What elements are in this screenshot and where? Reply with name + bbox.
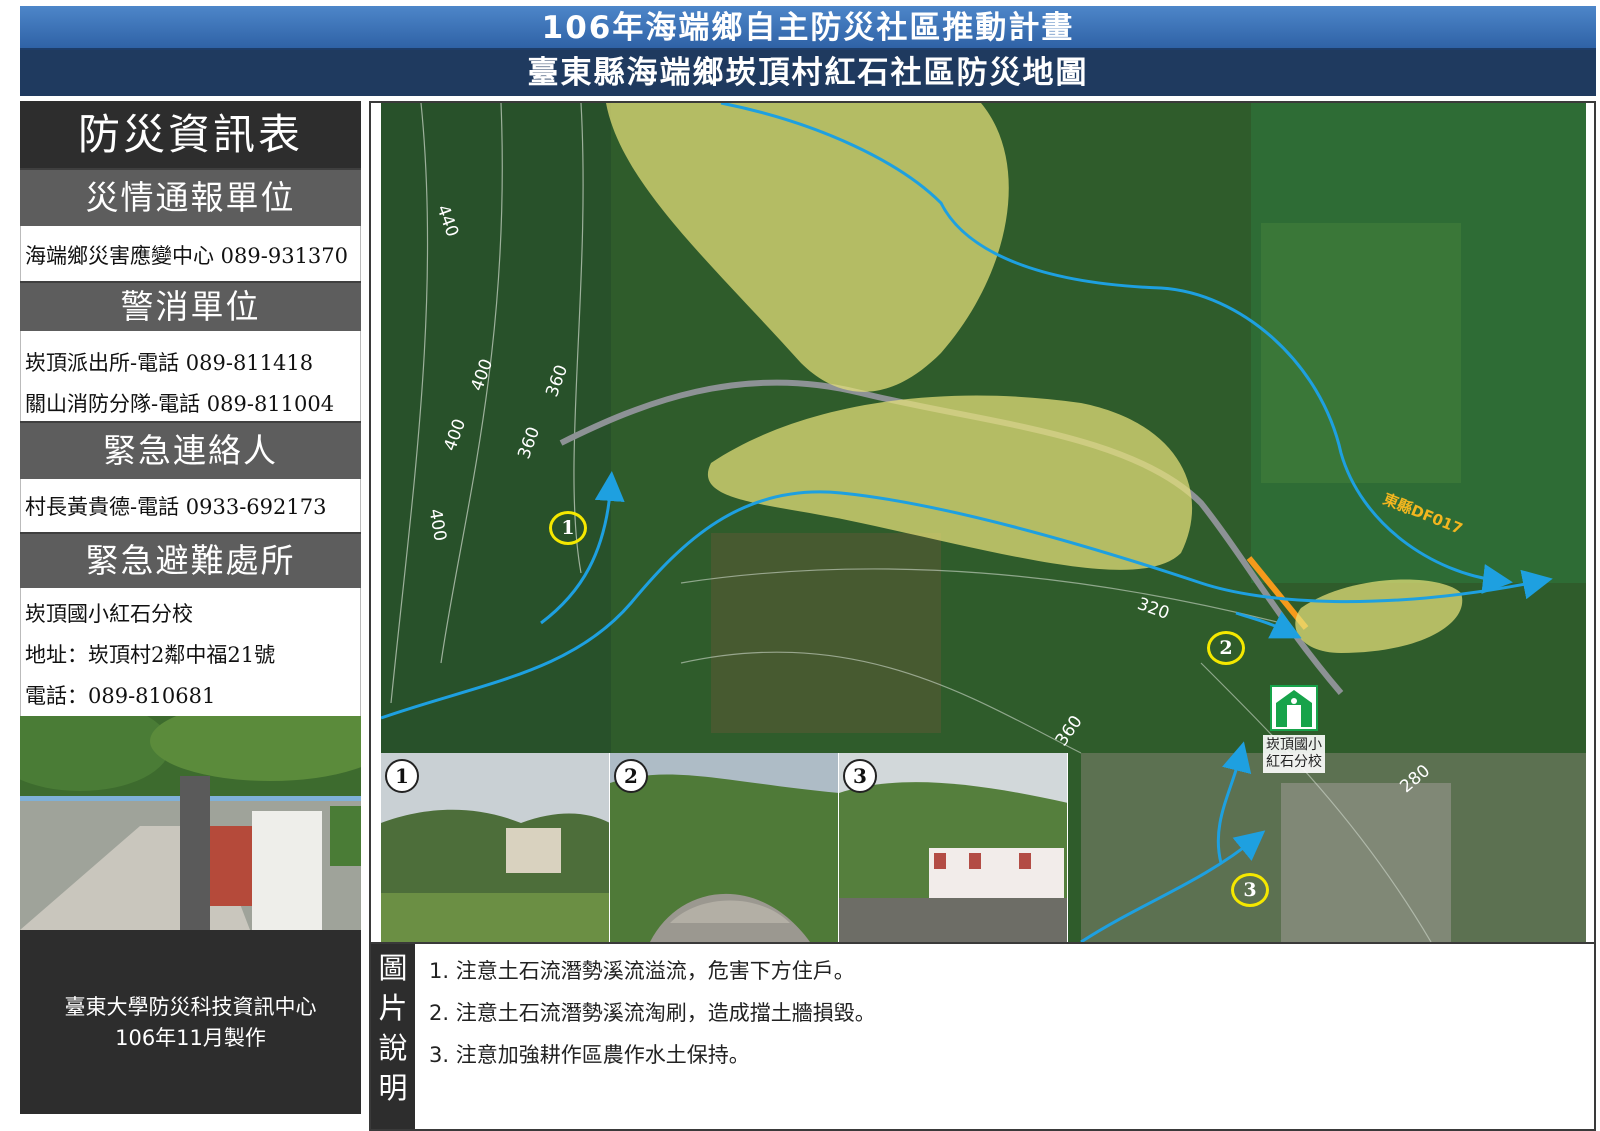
shelter-map-label: 崁頂國小 紅石分校 [1263, 735, 1325, 773]
village-chief-line: 村長黃貴德-電話 0933-692173 [25, 495, 327, 519]
section-body-police-fire: 崁頂派出所-電話 089-811418 關山消防分隊-電話 089-811004 [20, 331, 361, 421]
caption-list: 1. 注意土石流潛勢溪流溢流，危害下方住戶。 2. 注意土石流潛勢溪流淘刷，造成… [429, 950, 876, 1076]
location-marker-3: 3 [1231, 873, 1269, 907]
section-body-emergency-contact: 村長黃貴德-電話 0933-692173 [20, 479, 361, 532]
credit-date: 106年11月製作 [115, 1026, 266, 1050]
photo-number-2: 2 [614, 759, 648, 793]
photo-number-3: 3 [843, 759, 877, 793]
map-title: 臺東縣海端鄉崁頂村紅石社區防災地圖 [527, 55, 1089, 91]
plan-title-banner: 106年海端鄉自主防災社區推動計畫 [20, 6, 1596, 50]
police-station-line: 崁頂派出所-電話 089-811418 [25, 351, 314, 375]
photo-caption-box: 圖 片 說 明 1. 注意土石流潛勢溪流溢流，危害下方住戶。 2. 注意土石流潛… [369, 944, 1596, 1131]
caption-label-char: 片 [378, 991, 408, 1025]
credit-organization: 臺東大學防災科技資訊中心 [64, 995, 317, 1019]
caption-item-1: 1. 注意土石流潛勢溪流溢流，危害下方住戶。 [429, 959, 855, 983]
shelter-name-line: 崁頂國小紅石分校 [25, 602, 193, 626]
section-heading-police-fire: 警消單位 [20, 281, 361, 331]
section-body-report-unit: 海端鄉災害應變中心 089-931370 [20, 226, 361, 281]
caption-item-3: 3. 注意加強耕作區農作水土保持。 [429, 1043, 750, 1067]
caption-label-char: 圖 [378, 951, 408, 985]
site-photo-1: 1 [381, 753, 610, 942]
plan-title: 106年海端鄉自主防災社區推動計畫 [541, 10, 1075, 46]
caption-label: 圖 片 說 明 [371, 944, 415, 1129]
shelter-label-line: 崁頂國小 [1266, 737, 1322, 753]
map-title-banner: 臺東縣海端鄉崁頂村紅石社區防災地圖 [20, 50, 1596, 96]
location-marker-1: 1 [549, 511, 587, 545]
site-photo-3: 3 [839, 753, 1068, 942]
caption-item-2: 2. 注意土石流潛勢溪流淘刷，造成擋土牆損毀。 [429, 1001, 876, 1025]
fire-station-line: 關山消防分隊-電話 089-811004 [25, 392, 335, 416]
report-unit-line: 海端鄉災害應變中心 089-931370 [25, 244, 349, 268]
shelter-phone-line: 電話：089-810681 [25, 684, 216, 708]
caption-label-char: 明 [378, 1071, 408, 1105]
section-heading-report-unit: 災情通報單位 [20, 168, 361, 226]
section-heading-shelter: 緊急避難處所 [20, 532, 361, 588]
site-photo-2: 2 [610, 753, 839, 942]
emergency-exit-icon [1270, 685, 1318, 731]
section-heading-emergency-contact: 緊急連絡人 [20, 421, 361, 479]
shelter-school-photo [20, 716, 361, 930]
section-body-shelter: 崁頂國小紅石分校 地址：崁頂村2鄰中福21號 電話：089-810681 [20, 588, 361, 716]
shelter-address-line: 地址：崁頂村2鄰中福21號 [25, 643, 276, 667]
shelter-label-line: 紅石分校 [1266, 754, 1322, 770]
disaster-map-frame: 440 400 360 400 360 400 320 360 280 東縣DF… [369, 101, 1596, 944]
photo-number-1: 1 [385, 759, 419, 793]
credit-box: 臺東大學防災科技資訊中心 106年11月製作 [20, 930, 361, 1114]
info-panel-title: 防災資訊表 [20, 101, 361, 168]
caption-label-char: 說 [378, 1031, 408, 1065]
location-marker-2: 2 [1207, 631, 1245, 665]
site-photos-strip: 1 2 3 [381, 753, 1069, 942]
disaster-info-panel: 防災資訊表 災情通報單位 海端鄉災害應變中心 089-931370 警消單位 崁… [20, 101, 361, 1131]
